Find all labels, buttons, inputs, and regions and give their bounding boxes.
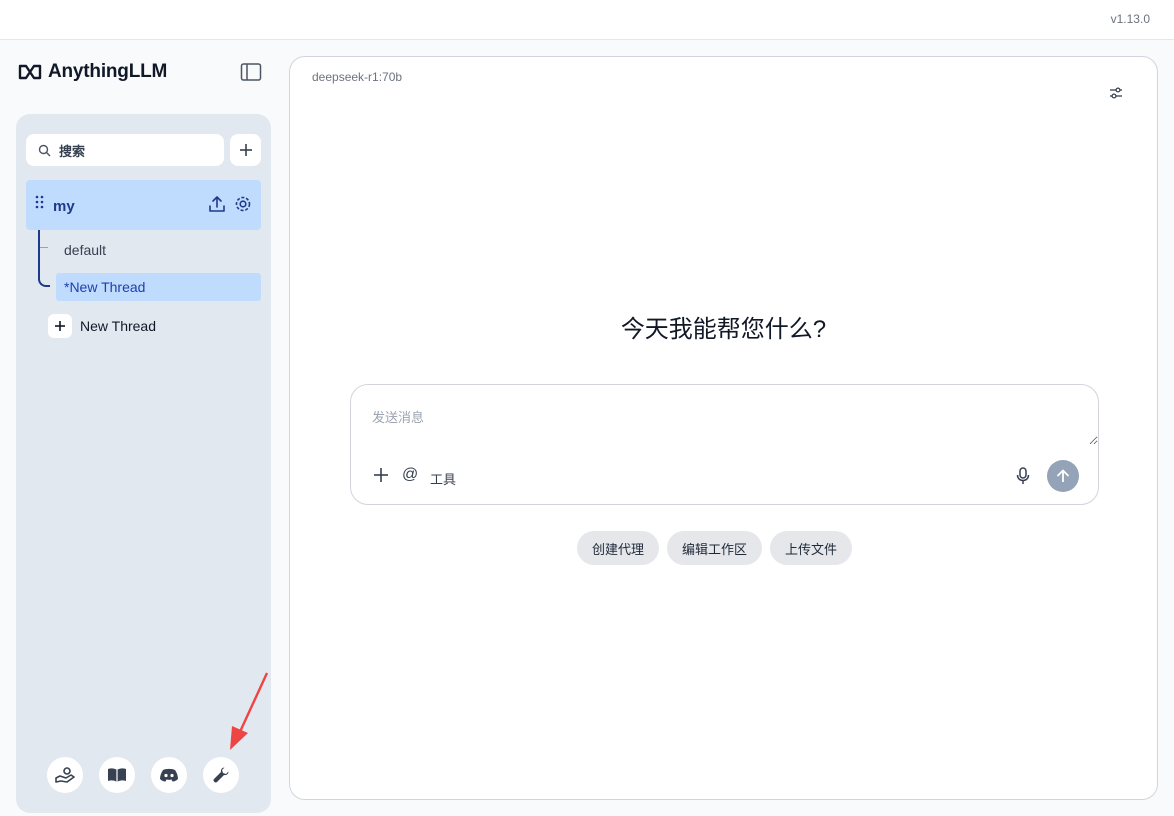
wrench-icon[interactable]	[203, 757, 239, 793]
annotation-arrow	[230, 672, 269, 750]
message-input[interactable]	[351, 385, 1098, 445]
gear-icon[interactable]	[233, 194, 253, 214]
upload-file-button[interactable]: 上传文件	[770, 531, 853, 565]
microphone-icon[interactable]	[1016, 467, 1030, 485]
version-label: v1.13.0	[1110, 12, 1150, 26]
model-name: deepseek-r1:70b	[312, 70, 403, 84]
send-button[interactable]	[1047, 460, 1079, 492]
thread-item-new-thread[interactable]: *New Thread	[56, 273, 261, 301]
thread-tree-tick	[40, 247, 48, 248]
plus-icon	[48, 314, 72, 338]
search-input[interactable]: 搜索	[26, 134, 224, 166]
search-placeholder: 搜索	[59, 143, 86, 159]
chat-settings-sliders-icon[interactable]	[1108, 85, 1124, 101]
sidebar-panel-icon	[240, 63, 262, 81]
edit-workspace-button[interactable]: 编辑工作区	[667, 531, 763, 565]
top-bar: v1.13.0	[0, 0, 1174, 40]
thread-tree-line	[38, 230, 50, 287]
search-icon	[38, 144, 51, 156]
brand: AnythingLLM	[18, 60, 167, 84]
upload-icon[interactable]	[207, 194, 227, 214]
workspace-name: my	[53, 198, 75, 215]
discord-icon[interactable]	[151, 757, 187, 793]
anythingllm-logo-icon	[18, 64, 42, 80]
quick-actions: 创建代理 编辑工作区 上传文件	[577, 531, 853, 565]
message-composer: @ 工具	[350, 384, 1099, 505]
docs-book-icon[interactable]	[99, 757, 135, 793]
add-workspace-button[interactable]	[230, 134, 261, 166]
drag-handle-icon[interactable]	[35, 195, 45, 209]
mention-agent-button[interactable]: @	[402, 466, 418, 484]
new-thread-label: New Thread	[80, 318, 157, 334]
attach-plus-icon[interactable]	[373, 467, 389, 483]
plus-icon	[239, 144, 252, 156]
new-thread-button[interactable]: New Thread	[48, 314, 156, 338]
greeting-heading: 今天我能帮您什么?	[620, 316, 827, 343]
sidebar-footer	[47, 757, 239, 793]
brand-name: AnythingLLM	[48, 61, 168, 82]
tools-button[interactable]: 工具	[430, 469, 456, 488]
create-agent-button[interactable]: 创建代理	[577, 531, 660, 565]
sidebar-toggle-button[interactable]	[240, 62, 262, 82]
community-hub-icon[interactable]	[47, 757, 83, 793]
arrow-up-icon	[1057, 469, 1069, 482]
workspace-item-my[interactable]: my	[26, 180, 261, 230]
thread-item-default[interactable]: default	[56, 236, 256, 264]
chat-panel: deepseek-r1:70b 今天我能帮您什么? @ 工具 创建代理 编辑工作…	[289, 56, 1158, 800]
